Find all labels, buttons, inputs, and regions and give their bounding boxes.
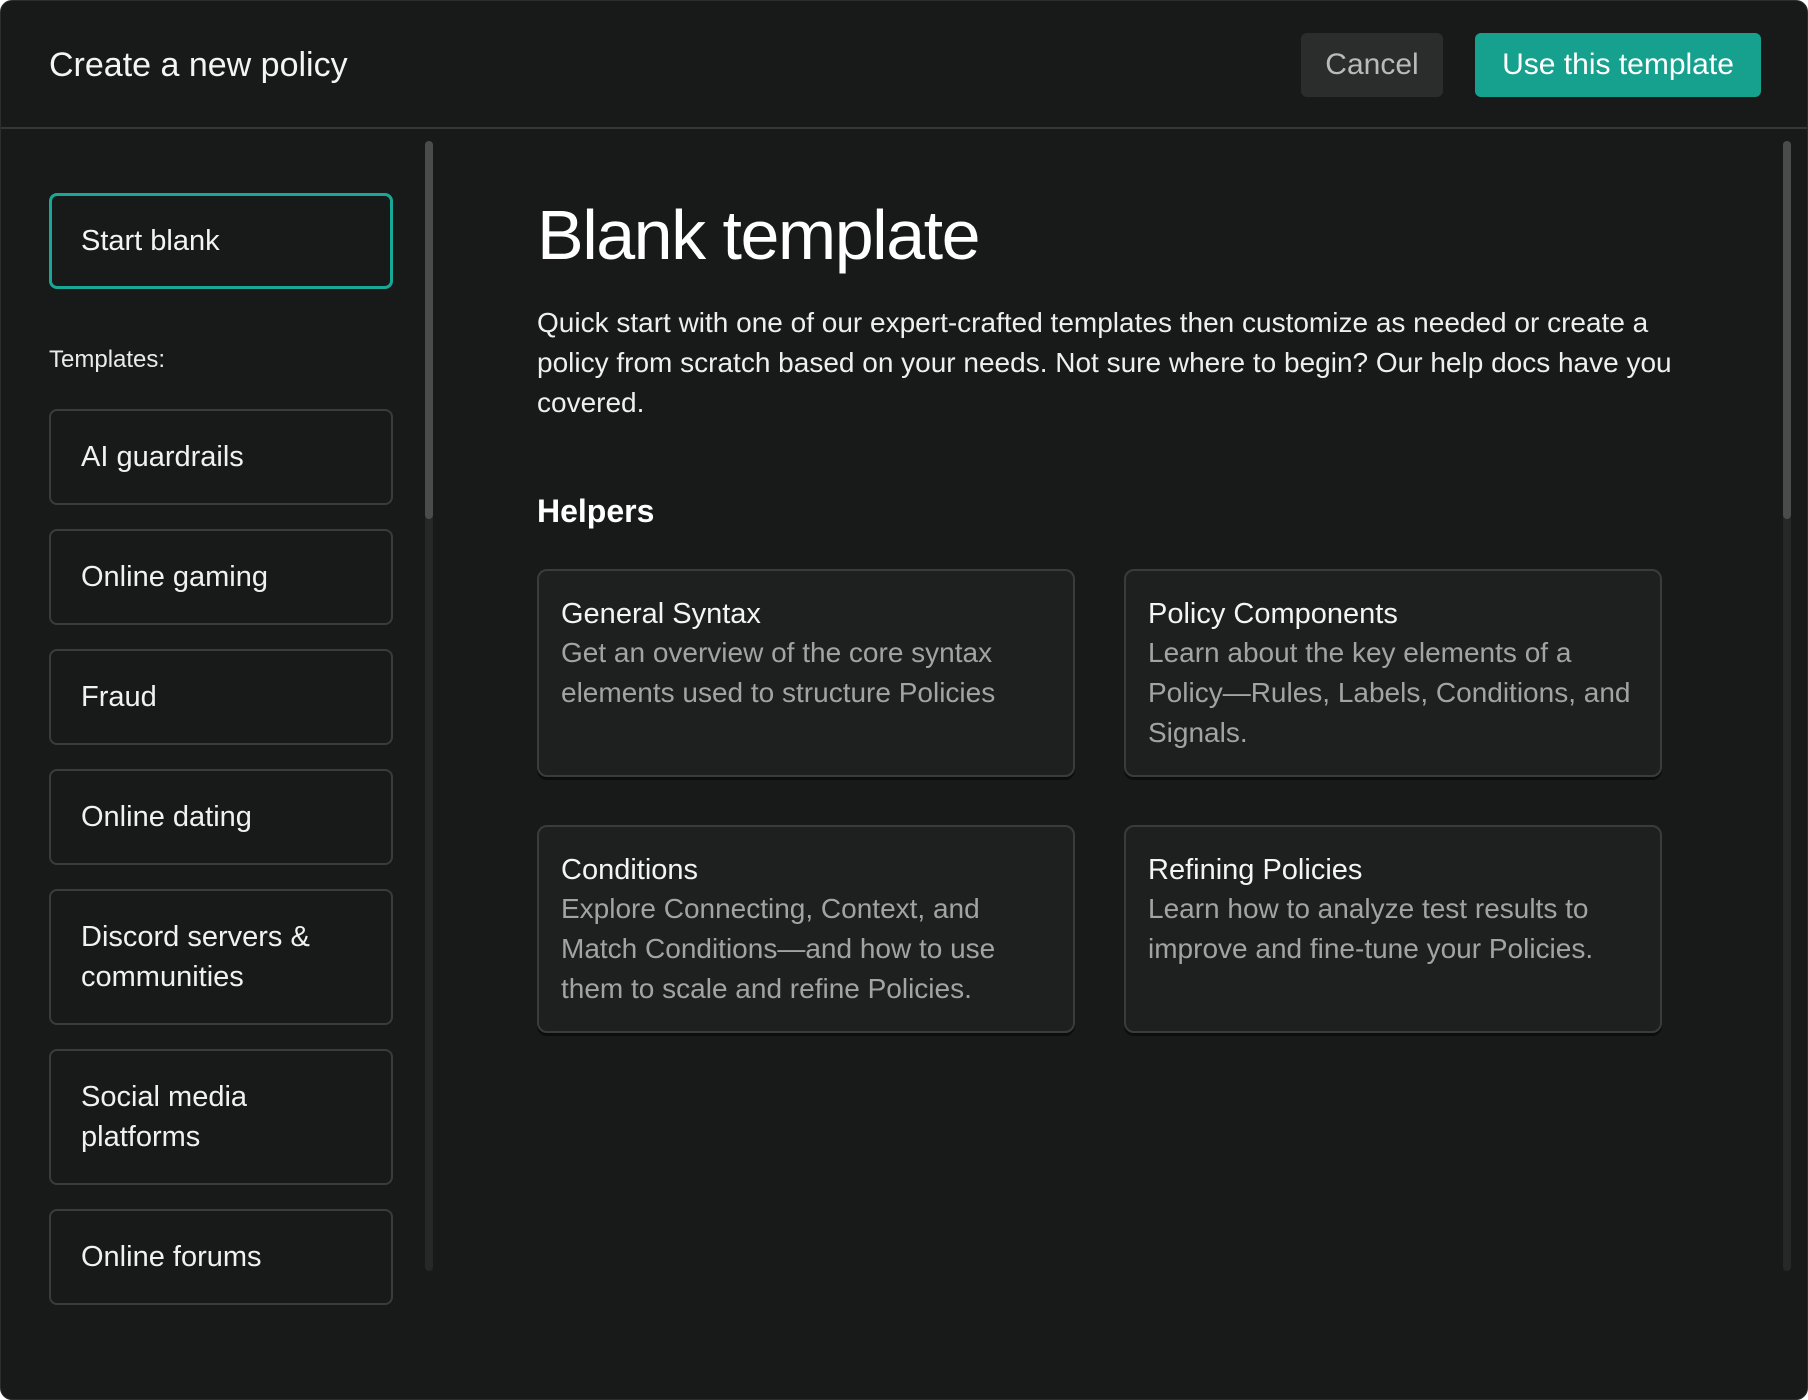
main-scrollbar[interactable] — [1783, 141, 1791, 1271]
helper-card-title: Policy Components — [1148, 598, 1398, 630]
template-item-online-gaming[interactable]: Online gaming — [49, 529, 393, 625]
helper-card-conditions[interactable]: Conditions Explore Connecting, Context, … — [537, 825, 1075, 1033]
template-item-social-media[interactable]: Social media platforms — [49, 1049, 393, 1185]
template-item-fraud[interactable]: Fraud — [49, 649, 393, 745]
template-item-online-forums[interactable]: Online forums — [49, 1209, 393, 1305]
template-item-ai-guardrails[interactable]: AI guardrails — [49, 409, 393, 505]
helpers-heading: Helpers — [537, 493, 655, 529]
template-item-label: AI guardrails — [81, 441, 244, 473]
helper-card-title: Conditions — [561, 854, 699, 886]
template-item-label: Online gaming — [81, 561, 268, 593]
main-scrollbar-thumb[interactable] — [1783, 141, 1791, 519]
helper-card-description: Learn about the key elements of a Policy… — [1148, 637, 1631, 748]
template-item-label: Social media platforms — [81, 1081, 248, 1153]
template-sidebar: Start blank Templates: AI guardrails Onl… — [1, 131, 433, 1399]
template-detail-panel: Blank template Quick start with one of o… — [437, 131, 1807, 1399]
template-description: Quick start with one of our expert-craft… — [537, 307, 1672, 418]
template-title: Blank template — [537, 196, 981, 274]
helper-card-refining-policies[interactable]: Refining Policies Learn how to analyze t… — [1124, 825, 1662, 1033]
helper-card-policy-components[interactable]: Policy Components Learn about the key el… — [1124, 569, 1662, 777]
sidebar-scrollbar[interactable] — [425, 141, 433, 1271]
helper-card-description: Learn how to analyze test results to imp… — [1148, 893, 1594, 964]
template-item-online-dating[interactable]: Online dating — [49, 769, 393, 865]
use-template-button[interactable]: Use this template — [1475, 33, 1761, 97]
helper-card-general-syntax[interactable]: General Syntax Get an overview of the co… — [537, 569, 1075, 777]
helper-card-description: Explore Connecting, Context, and Match C… — [561, 893, 996, 1004]
template-item-label: Online forums — [81, 1241, 262, 1273]
cancel-button[interactable]: Cancel — [1301, 33, 1443, 97]
templates-label: Templates: — [49, 346, 166, 373]
helper-card-description: Get an overview of the core syntax eleme… — [561, 637, 996, 708]
start-blank-option[interactable]: Start blank — [49, 193, 393, 289]
template-item-label: Discord servers & communities — [81, 921, 310, 993]
sidebar-scrollbar-thumb[interactable] — [425, 141, 433, 519]
helper-card-title: General Syntax — [561, 598, 761, 630]
template-item-label: Online dating — [81, 801, 252, 833]
template-item-label: Fraud — [81, 681, 157, 713]
template-item-discord-servers[interactable]: Discord servers & communities — [49, 889, 393, 1025]
helper-card-title: Refining Policies — [1148, 854, 1363, 886]
create-policy-dialog: Create a new policy Cancel Use this temp… — [0, 0, 1808, 1400]
dialog-title: Create a new policy — [49, 46, 348, 84]
dialog-header: Create a new policy Cancel Use this temp… — [1, 1, 1807, 129]
